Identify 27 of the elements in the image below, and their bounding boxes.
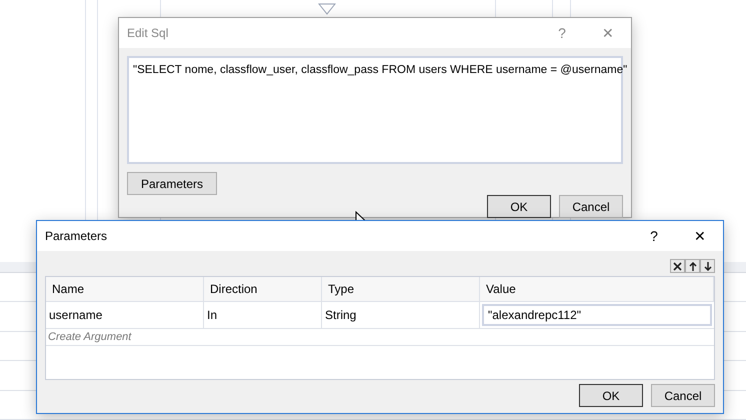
table-cell: String <box>322 302 480 328</box>
window-title: Edit Sql <box>127 26 170 40</box>
close-icon <box>673 262 682 270</box>
table-cell: username <box>46 302 204 328</box>
cancel-button[interactable]: Cancel <box>559 195 623 218</box>
column-header[interactable]: Direction <box>204 277 322 301</box>
triangle-icon <box>318 3 336 15</box>
value-field[interactable]: "alexandrepc112" <box>482 304 712 326</box>
window-title: Parameters <box>45 229 108 243</box>
help-button[interactable]: ? <box>631 221 677 251</box>
column-header[interactable]: Type <box>322 277 480 301</box>
help-button[interactable]: ? <box>539 18 585 48</box>
column-header[interactable]: Value <box>480 277 714 301</box>
cancel-button[interactable]: Cancel <box>651 384 715 407</box>
arrow-down-icon <box>704 262 712 270</box>
parameters-button[interactable]: Parameters <box>127 172 217 195</box>
table-cell: In <box>204 302 322 328</box>
ok-button[interactable]: OK <box>487 195 551 218</box>
move-down-button[interactable] <box>700 259 715 273</box>
arrow-up-icon <box>688 262 696 270</box>
close-button[interactable]: ✕ <box>585 18 631 48</box>
move-up-button[interactable] <box>685 259 700 273</box>
column-header[interactable]: Name <box>46 277 204 301</box>
close-button[interactable]: ✕ <box>677 221 723 251</box>
create-argument-link[interactable]: Create Argument <box>46 329 714 346</box>
ok-button[interactable]: OK <box>579 384 643 407</box>
delete-button[interactable] <box>670 259 685 273</box>
